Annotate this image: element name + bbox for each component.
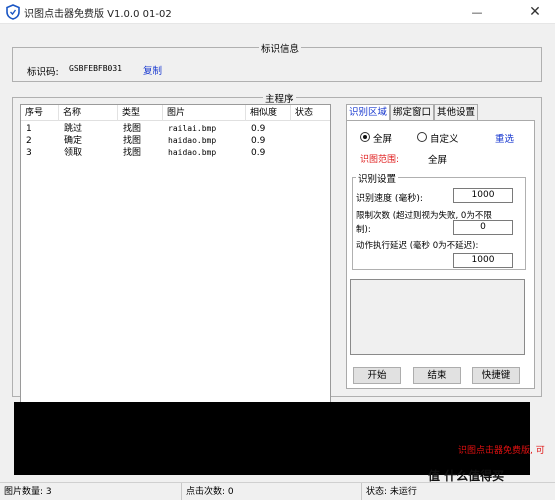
hotkey-button[interactable]: 快捷键 — [472, 367, 520, 384]
window-title: 识图点击器免费版 V1.0.0 01-02 — [24, 9, 172, 20]
row-similarity: 0.9 — [251, 148, 266, 158]
stop-button[interactable]: 结束 — [413, 367, 461, 384]
table-row[interactable]: 2 确定 找图 haidao.bmp 0.9 — [21, 135, 330, 147]
row-index: 1 — [26, 124, 32, 134]
copy-link[interactable]: 复制 — [143, 63, 162, 77]
task-list-header: 序号 名称 类型 图片 相似度 状态 — [21, 105, 330, 121]
column-header-index[interactable]: 序号 — [21, 105, 59, 121]
custom-radio[interactable] — [417, 132, 427, 142]
column-header-type[interactable]: 类型 — [118, 105, 163, 121]
table-row[interactable]: 3 领取 找图 haidao.bmp 0.9 — [21, 147, 330, 159]
task-list[interactable]: 序号 名称 类型 图片 相似度 状态 1 跳过 找图 railai.bmp 0.… — [20, 104, 331, 414]
image-count-status: 图片数量: 3 — [0, 483, 182, 500]
range-value: 全屏 — [428, 155, 448, 166]
minimize-button[interactable]: — — [462, 0, 492, 24]
close-button[interactable]: ✕ — [520, 0, 550, 24]
tab-bind-window[interactable]: 绑定窗口 — [390, 104, 434, 120]
row-index: 2 — [26, 136, 32, 146]
limit-input[interactable]: 0 — [453, 220, 513, 235]
id-code-label: 标识码: — [27, 67, 59, 78]
row-image: haidao.bmp — [168, 148, 217, 157]
click-count-status: 点击次数: 0 — [182, 483, 362, 500]
row-name: 确定 — [64, 136, 83, 146]
custom-radio-label[interactable]: 自定义 — [430, 131, 459, 145]
start-button[interactable]: 开始 — [353, 367, 401, 384]
main-window: 标识信息 标识码: GSBFEBFB031 复制 主程序 序号 名称 类型 图片… — [0, 24, 555, 500]
column-header-name[interactable]: 名称 — [59, 105, 118, 121]
id-info-group-title: 标识信息 — [259, 41, 302, 55]
status-bar: 图片数量: 3 点击次数: 0 状态: 未运行 — [0, 482, 555, 500]
fullscreen-radio-label[interactable]: 全屏 — [373, 131, 392, 145]
row-name: 领取 — [64, 148, 83, 158]
promo-text: 识图点击器免费版, 可 — [458, 446, 545, 456]
row-name: 跳过 — [64, 124, 83, 134]
preview-area — [350, 279, 525, 355]
reselect-link[interactable]: 重选 — [495, 131, 514, 145]
limit-label-cont: 制): — [356, 225, 371, 235]
row-type: 找图 — [123, 148, 142, 158]
run-state-status: 状态: 未运行 — [366, 487, 417, 497]
row-image: railai.bmp — [168, 124, 217, 133]
title-bar: 识图点击器免费版 V1.0.0 01-02 — ✕ — [0, 0, 555, 24]
id-code-value: GSBFEBFB031 — [69, 64, 122, 73]
column-header-status[interactable]: 状态 — [291, 105, 330, 121]
row-type: 找图 — [123, 124, 142, 134]
recognition-settings-title: 识别设置 — [356, 171, 399, 185]
range-label: 识图范围: — [360, 155, 400, 165]
row-type: 找图 — [123, 136, 142, 146]
delay-input[interactable]: 1000 — [453, 253, 513, 268]
column-header-similarity[interactable]: 相似度 — [246, 105, 291, 121]
main-program-group-title: 主程序 — [263, 91, 296, 105]
tab-other-settings[interactable]: 其他设置 — [434, 104, 478, 120]
speed-label: 识别速度 (毫秒): — [356, 194, 423, 204]
tab-recognition-area[interactable]: 识别区域 — [346, 104, 390, 121]
column-header-image[interactable]: 图片 — [163, 105, 246, 121]
fullscreen-radio[interactable] — [360, 132, 370, 142]
row-index: 3 — [26, 148, 32, 158]
shield-icon — [6, 4, 20, 20]
table-row[interactable]: 1 跳过 找图 railai.bmp 0.9 — [21, 123, 330, 135]
log-console[interactable] — [14, 402, 530, 475]
speed-input[interactable]: 1000 — [453, 188, 513, 203]
row-image: haidao.bmp — [168, 136, 217, 145]
delay-label: 动作执行延迟 (毫秒 0为不延迟): — [356, 241, 479, 251]
row-similarity: 0.9 — [251, 124, 266, 134]
row-similarity: 0.9 — [251, 136, 266, 146]
